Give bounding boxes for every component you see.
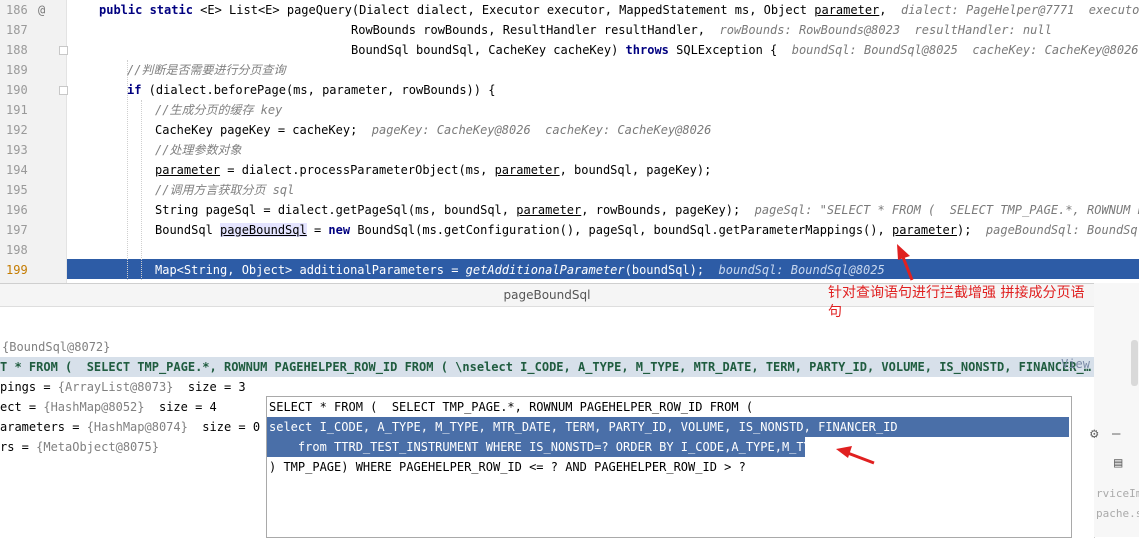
line-number: 198 <box>6 243 28 257</box>
line-number: 194 <box>6 163 28 177</box>
code-line-196[interactable]: String pageSql = dialect.getPageSql(ms, … <box>155 200 1139 220</box>
line-number: 186 <box>6 3 28 17</box>
code-line-186[interactable]: public static <E> List<E> pageQuery(Dial… <box>99 0 1139 20</box>
sql-line: SELECT * FROM ( SELECT TMP_PAGE.*, ROWNU… <box>269 400 754 414</box>
code-line-199[interactable]: Map<String, Object> additionalParameters… <box>155 260 885 280</box>
minimize-icon[interactable]: – <box>1112 426 1120 442</box>
editor-gutter: 186 @ 187 188 189 190 191 192 193 194 19… <box>0 0 68 283</box>
panel-text-fragment: rviceIm <box>1096 487 1139 500</box>
line-number: 195 <box>6 183 28 197</box>
view-link[interactable]: View <box>1061 357 1090 371</box>
inline-debug-value: pageSql: "SELECT * FROM ( SELECT TMP_PAG… <box>754 203 1139 217</box>
inline-debug-value: pageBoundSql: BoundSql@80 <box>985 223 1139 237</box>
code-line-192[interactable]: CacheKey pageKey = cacheKey; pageKey: Ca… <box>155 120 711 140</box>
scrollbar-thumb[interactable] <box>1131 340 1138 386</box>
line-number: 193 <box>6 143 28 157</box>
line-number: 191 <box>6 103 28 117</box>
line-number: 197 <box>6 223 28 237</box>
line-number: 187 <box>6 23 28 37</box>
inline-debug-value: dialect: PageHelper@7771 executor: <box>900 3 1139 17</box>
layout-icon[interactable]: ▤ <box>1114 455 1122 471</box>
line-number: 196 <box>6 203 28 217</box>
variable-row[interactable]: ect = {HashMap@8052} size = 4 <box>0 397 217 417</box>
line-number: 189 <box>6 63 28 77</box>
line-number: 192 <box>6 123 28 137</box>
variable-row[interactable]: pings = {ArrayList@8073} size = 3 <box>0 377 246 397</box>
line-number-current: 199 <box>6 263 28 277</box>
sql-line-selected: from TTRD_TEST_INSTRUMENT WHERE IS_NONST… <box>267 437 825 457</box>
code-line-195[interactable]: //调用方言获取分页 sql <box>155 180 294 200</box>
gear-icon[interactable]: ⚙ <box>1090 426 1098 442</box>
code-line-194[interactable]: parameter = dialect.processParameterObje… <box>155 160 711 180</box>
inline-debug-value: pageKey: CacheKey@8026 cacheKey: CacheKe… <box>371 123 712 137</box>
code-editor[interactable]: public static <E> List<E> pageQuery(Dial… <box>67 0 1139 283</box>
code-line-187[interactable]: RowBounds rowBounds, ResultHandler resul… <box>351 20 1052 40</box>
code-line-191[interactable]: //生成分页的缓存 key <box>155 100 282 120</box>
code-line-193[interactable]: //处理参数对象 <box>155 140 241 160</box>
panel-text-fragment: pache.s <box>1096 507 1139 520</box>
sql-line-selected: select I_CODE, A_TYPE, M_TYPE, MTR_DATE,… <box>267 417 1069 437</box>
inline-debug-value: boundSql: BoundSql@8025 <box>718 263 885 277</box>
right-panel-fragment: ⚙ – ▤ rviceIm pache.s <box>1090 283 1139 537</box>
code-line-188[interactable]: BoundSql boundSql, CacheKey cacheKey) th… <box>351 40 1139 60</box>
inline-debug-value: boundSql: BoundSql@8025 cacheKey: CacheK… <box>791 43 1139 57</box>
line-number: 190 <box>6 83 28 97</box>
selected-variable-row[interactable]: T * FROM ( SELECT TMP_PAGE.*, ROWNUM PAG… <box>0 357 1094 377</box>
indent-guide <box>141 100 142 280</box>
variable-root[interactable]: {BoundSql@8072} <box>2 337 110 357</box>
code-line-197[interactable]: BoundSql pageBoundSql = new BoundSql(ms.… <box>155 220 1139 240</box>
variable-row[interactable]: rs = {MetaObject@8075} <box>0 437 159 457</box>
line-number: 188 <box>6 43 28 57</box>
sql-value-popup[interactable]: SELECT * FROM ( SELECT TMP_PAGE.*, ROWNU… <box>266 396 1072 538</box>
sql-line: ) TMP_PAGE) WHERE PAGEHELPER_ROW_ID <= ?… <box>269 460 746 474</box>
code-line-190[interactable]: if (dialect.beforePage(ms, parameter, ro… <box>127 80 495 100</box>
code-line-189[interactable]: //判断是否需要进行分页查询 <box>127 60 285 80</box>
annotation-text: 针对查询语句进行拦截增强 拼接成分页语 句 <box>828 285 1085 320</box>
variable-row[interactable]: arameters = {HashMap@8074} size = 0 <box>0 417 260 437</box>
inline-debug-value: rowBounds: RowBounds@8023 resultHandler:… <box>719 23 1052 37</box>
override-marker-icon[interactable]: @ <box>38 0 52 20</box>
